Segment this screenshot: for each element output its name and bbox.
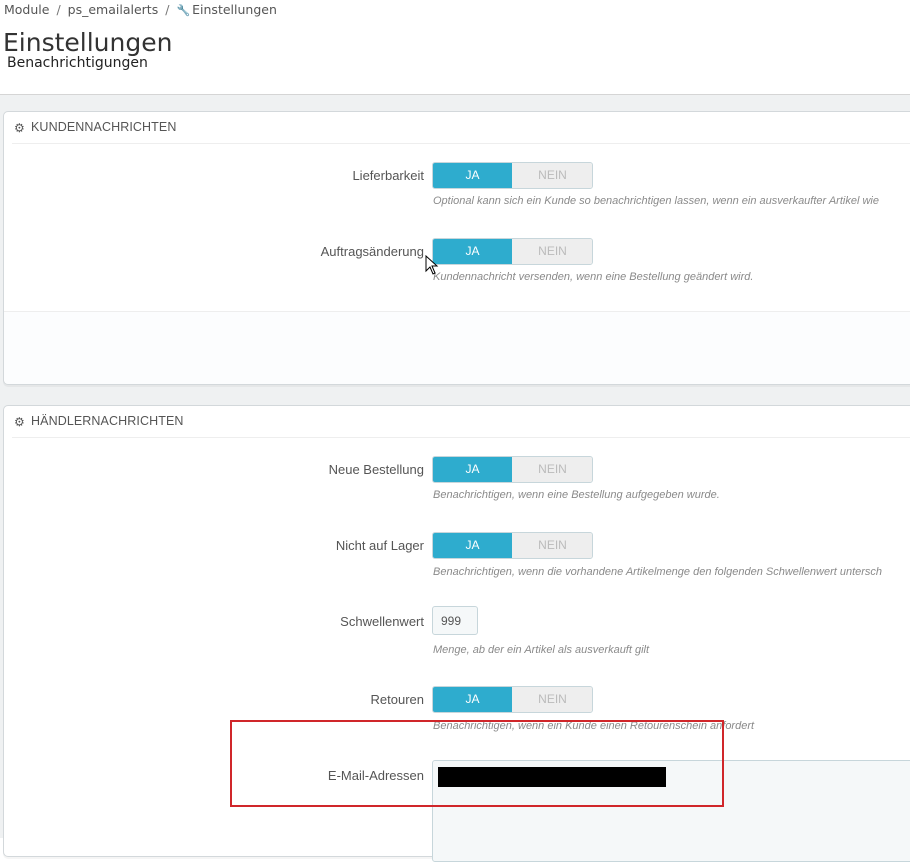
breadcrumb-separator: / <box>165 2 170 17</box>
page-title: Einstellungen <box>3 28 173 57</box>
highlight-annotation-box <box>230 720 724 807</box>
switch-yes[interactable]: JA <box>433 533 512 558</box>
switch-yes[interactable]: JA <box>433 457 512 482</box>
breadcrumb-item-ps-emailalerts[interactable]: ps_emailalerts <box>68 2 159 17</box>
switch-no[interactable]: NEIN <box>513 163 592 188</box>
panel-footer <box>4 311 910 384</box>
switch-yes[interactable]: JA <box>433 163 512 188</box>
breadcrumb-current: Einstellungen <box>192 2 277 17</box>
schwellenwert-input[interactable]: 999 <box>432 606 478 635</box>
breadcrumb-item-module[interactable]: Module <box>4 2 49 17</box>
neue-bestellung-switch[interactable]: JA NEIN <box>432 456 593 483</box>
label-nicht-auf-lager: Nicht auf Lager <box>335 538 424 553</box>
lieferbarkeit-switch[interactable]: JA NEIN <box>432 162 593 189</box>
wrench-icon: 🔧 <box>176 4 191 17</box>
page-header: Module / ps_emailalerts / 🔧 Einstellungen Ein… <box>0 0 910 95</box>
breadcrumb: Module / ps_emailalerts / 🔧 Einstellungen <box>4 2 277 17</box>
help-schwellenwert: Menge, ab der ein Artikel als ausverkauf… <box>433 644 650 656</box>
gears-icon: ⚙ <box>14 415 25 429</box>
auftragsaenderung-switch[interactable]: JA NEIN <box>432 238 593 265</box>
switch-no[interactable]: NEIN <box>513 533 592 558</box>
label-neue-bestellung: Neue Bestellung <box>328 462 424 477</box>
mouse-cursor-icon <box>425 255 439 275</box>
panel-heading: ⚙ HÄNDLERNACHRICHTEN <box>12 406 910 438</box>
page-subtitle: Benachrichtigungen <box>7 55 148 71</box>
switch-no[interactable]: NEIN <box>513 457 592 482</box>
customer-notifications-panel: ⚙ KUNDENNACHRICHTEN Lieferbarkeit JA NEI… <box>3 111 910 385</box>
switch-no[interactable]: NEIN <box>513 239 592 264</box>
switch-yes[interactable]: JA <box>433 239 512 264</box>
gears-icon: ⚙ <box>14 121 25 135</box>
switch-no[interactable]: NEIN <box>513 687 592 712</box>
label-retouren: Retouren <box>370 692 424 707</box>
help-nicht-auf-lager: Benachrichtigen, wenn die vorhandene Art… <box>433 566 883 578</box>
help-auftragsaenderung: Kundennachricht versenden, wenn eine Bes… <box>433 271 754 283</box>
retouren-switch[interactable]: JA NEIN <box>432 686 593 713</box>
panel-heading: ⚙ KUNDENNACHRICHTEN <box>12 112 910 144</box>
panel-title: KUNDENNACHRICHTEN <box>31 120 177 134</box>
help-neue-bestellung: Benachrichtigen, wenn eine Bestellung au… <box>433 489 720 501</box>
label-auftragsaenderung: Auftragsänderung <box>320 244 424 259</box>
switch-yes[interactable]: JA <box>433 687 512 712</box>
help-lieferbarkeit: Optional kann sich ein Kunde so benachri… <box>433 195 879 207</box>
nicht-auf-lager-switch[interactable]: JA NEIN <box>432 532 593 559</box>
label-schwellenwert: Schwellenwert <box>340 614 424 629</box>
panel-title: HÄNDLERNACHRICHTEN <box>31 414 184 428</box>
label-lieferbarkeit: Lieferbarkeit <box>352 168 424 183</box>
breadcrumb-separator: / <box>56 2 61 17</box>
